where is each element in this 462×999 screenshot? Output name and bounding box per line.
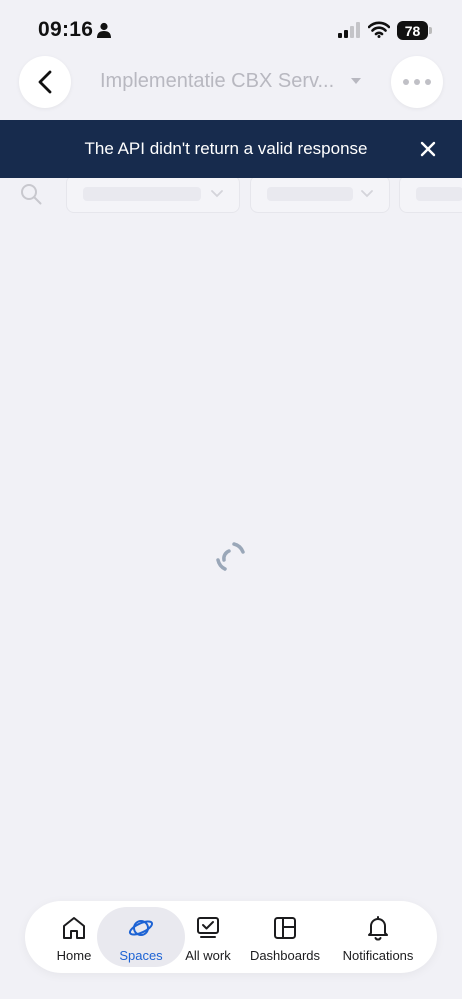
battery-cap: [429, 27, 432, 34]
filter-placeholder: [83, 187, 201, 201]
nav-label: Dashboards: [249, 948, 321, 963]
wifi-icon: [368, 21, 390, 38]
nav-label: Spaces: [119, 948, 163, 963]
chevron-left-icon: [38, 70, 52, 94]
dashboard-icon: [274, 917, 296, 939]
filter-dropdown[interactable]: [66, 175, 240, 213]
nav-label: Notifications: [342, 948, 414, 963]
cellular-signal-icon: [338, 22, 360, 38]
battery-level: 78: [397, 21, 428, 40]
nav-label: All work: [185, 948, 231, 963]
planet-icon: [128, 920, 154, 936]
filter-dropdown[interactable]: [399, 175, 462, 213]
nav-label: Home: [56, 948, 92, 963]
nav-item-spaces[interactable]: Spaces: [97, 907, 185, 967]
more-options-button[interactable]: [391, 56, 443, 108]
checklist-icon: [197, 917, 219, 938]
nav-item-home[interactable]: Home: [47, 907, 101, 967]
status-time: 09:16: [38, 18, 94, 41]
status-bar: 09:16 78: [0, 0, 462, 56]
more-horizontal-icon: [403, 79, 431, 85]
filter-placeholder: [416, 187, 462, 201]
loading-spinner-icon: [216, 542, 245, 571]
bell-icon: [368, 916, 388, 941]
chevron-down-icon: [211, 190, 223, 198]
battery-indicator: 78: [397, 21, 433, 40]
close-icon[interactable]: [420, 141, 436, 157]
error-banner: The API didn't return a valid response: [0, 120, 462, 178]
filter-dropdown[interactable]: [250, 175, 390, 213]
caret-down-icon[interactable]: [351, 78, 361, 84]
person-icon: [97, 22, 111, 38]
nav-item-dashboards[interactable]: Dashboards: [245, 907, 325, 967]
page-title[interactable]: Implementatie CBX Serv...: [100, 70, 340, 93]
search-icon[interactable]: [20, 183, 42, 205]
error-message: The API didn't return a valid response: [84, 139, 368, 158]
bottom-navigation: Home Spaces All work Dashboards Notifica…: [25, 901, 437, 973]
back-button[interactable]: [19, 56, 71, 108]
nav-item-all-work[interactable]: All work: [181, 907, 235, 967]
chevron-down-icon: [361, 190, 373, 198]
home-icon: [63, 917, 85, 939]
nav-item-notifications[interactable]: Notifications: [333, 907, 423, 967]
filter-placeholder: [267, 187, 353, 201]
